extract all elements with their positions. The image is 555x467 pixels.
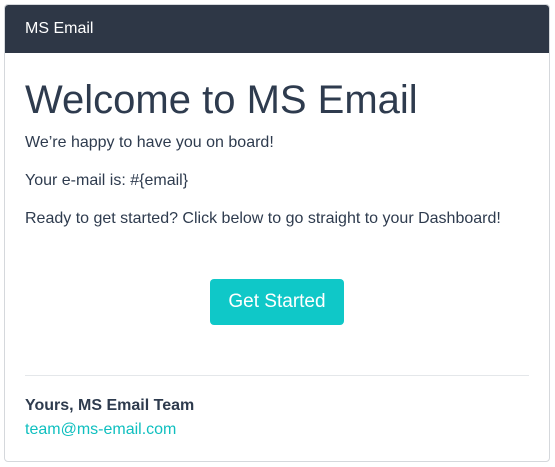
email-line-text: Your e-mail is: #{email} [25,172,189,189]
header-title: MS Email [25,20,94,37]
email-header: MS Email [5,5,549,53]
button-container: Get Started [25,279,529,325]
get-started-button[interactable]: Get Started [210,279,344,325]
signature-text: Yours, MS Email Team [25,397,195,414]
cta-text: Ready to get started? Click below to go … [25,210,501,227]
email-card: MS Email Welcome to MS Email We’re happy… [4,4,550,462]
footer-divider [25,375,529,376]
welcome-heading: Welcome to MS Email [25,78,418,122]
intro-text: We’re happy to have you on board! [25,134,274,151]
email-body: Welcome to MS Email We’re happy to have … [5,77,549,440]
contact-email-link[interactable]: team@ms-email.com [25,420,176,440]
